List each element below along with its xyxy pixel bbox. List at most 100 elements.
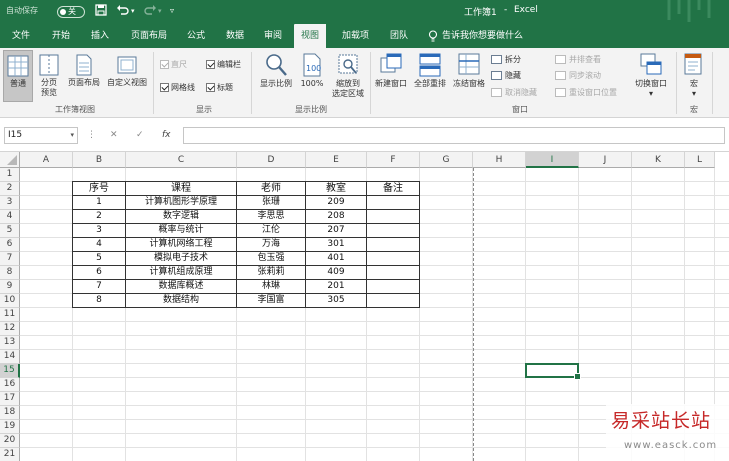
tab-home[interactable]: 开始 (45, 24, 77, 48)
table-cell-seq[interactable]: 3 (72, 223, 126, 238)
unhide-button[interactable]: 取消隐藏 (491, 87, 537, 98)
column-header-F[interactable]: F (367, 152, 420, 168)
row-header-1[interactable]: 1 (0, 168, 20, 182)
row-header-19[interactable]: 19 (0, 420, 20, 434)
arrange-all-button[interactable]: 全部重排 (411, 52, 449, 89)
macros-button[interactable]: 宏 ▾ (680, 52, 708, 99)
table-cell-course[interactable]: 模拟电子技术 (125, 251, 237, 266)
row-header-21[interactable]: 21 (0, 448, 20, 461)
row-header-6[interactable]: 6 (0, 238, 20, 252)
table-cell-room[interactable]: 201 (305, 279, 367, 294)
table-cell-course[interactable]: 数据结构 (125, 293, 237, 308)
tab-formulas[interactable]: 公式 (180, 24, 212, 48)
tab-data[interactable]: 数据 (219, 24, 251, 48)
column-header-H[interactable]: H (473, 152, 526, 168)
column-header-C[interactable]: C (126, 152, 237, 168)
table-cell-seq[interactable]: 6 (72, 265, 126, 280)
hide-button[interactable]: 隐藏 (491, 70, 521, 81)
tab-page-layout[interactable]: 页面布局 (124, 24, 174, 48)
column-header-A[interactable]: A (20, 152, 73, 168)
tab-view[interactable]: 视图 (294, 24, 327, 48)
save-icon[interactable] (95, 4, 107, 19)
switch-windows-button[interactable]: 切换窗口 ▾ (630, 52, 672, 99)
table-cell-teacher[interactable]: 李国富 (236, 293, 306, 308)
row-header-13[interactable]: 13 (0, 336, 20, 350)
freeze-panes-button[interactable]: 冻结窗格 (450, 52, 488, 89)
column-header-B[interactable]: B (73, 152, 126, 168)
select-all-corner[interactable] (0, 152, 20, 168)
undo-icon[interactable] (116, 4, 130, 19)
table-cell-room[interactable]: 301 (305, 237, 367, 252)
table-cell-seq[interactable]: 5 (72, 251, 126, 266)
table-cell-remark[interactable] (366, 195, 420, 210)
table-cell-seq[interactable]: 7 (72, 279, 126, 294)
table-cell-remark[interactable] (366, 293, 420, 308)
table-cell-remark[interactable] (366, 209, 420, 224)
row-header-7[interactable]: 7 (0, 252, 20, 266)
ruler-checkbox[interactable]: 直尺 (160, 59, 187, 70)
row-header-18[interactable]: 18 (0, 406, 20, 420)
undo-dropdown-icon[interactable]: ▾ (131, 7, 135, 15)
row-header-10[interactable]: 10 (0, 294, 20, 308)
table-cell-course[interactable]: 计算机图形学原理 (125, 195, 237, 210)
name-box-dropdown-icon[interactable]: ▾ (70, 128, 74, 143)
zoom-to-selection-button[interactable]: 缩放到 选定区域 (328, 52, 368, 99)
name-box[interactable]: I15 ▾ (4, 127, 78, 144)
customize-toolbar-icon[interactable]: ▿ (170, 6, 174, 15)
table-cell-seq[interactable]: 4 (72, 237, 126, 252)
table-cell-room[interactable]: 208 (305, 209, 367, 224)
selected-cell-I15[interactable] (525, 363, 581, 380)
table-header-teacher[interactable]: 老师 (236, 181, 306, 196)
row-header-4[interactable]: 4 (0, 210, 20, 224)
table-cell-teacher[interactable]: 江伦 (236, 223, 306, 238)
formula-bar-checkbox[interactable]: 编辑栏 (206, 59, 241, 70)
view-side-by-side-button[interactable]: 并排查看 (555, 54, 601, 65)
row-header-17[interactable]: 17 (0, 392, 20, 406)
row-header-16[interactable]: 16 (0, 378, 20, 392)
sync-scrolling-button[interactable]: 同步滚动 (555, 70, 601, 81)
column-header-G[interactable]: G (420, 152, 473, 168)
column-header-D[interactable]: D (237, 152, 306, 168)
row-header-20[interactable]: 20 (0, 434, 20, 448)
row-header-3[interactable]: 3 (0, 196, 20, 210)
table-cell-course[interactable]: 概率与统计 (125, 223, 237, 238)
normal-view-button[interactable]: 普通 (3, 50, 33, 102)
table-cell-course[interactable]: 数字逻辑 (125, 209, 237, 224)
headings-checkbox[interactable]: 标题 (206, 82, 233, 93)
table-cell-remark[interactable] (366, 223, 420, 238)
formula-input[interactable] (183, 127, 725, 144)
table-cell-room[interactable]: 401 (305, 251, 367, 266)
insert-function-icon[interactable]: fx (162, 130, 171, 140)
zoom-100-button[interactable]: 100 100% (296, 52, 328, 89)
zoom-button[interactable]: 显示比例 (256, 52, 296, 89)
column-header-I[interactable]: I (526, 152, 579, 168)
row-header-2[interactable]: 2 (0, 182, 20, 196)
tab-file[interactable]: 文件 (5, 24, 37, 48)
row-header-15[interactable]: 15 (0, 364, 20, 378)
table-cell-course[interactable]: 计算机组成原理 (125, 265, 237, 280)
table-cell-room[interactable]: 305 (305, 293, 367, 308)
cancel-icon[interactable]: ✕ (110, 130, 118, 140)
table-header-seq[interactable]: 序号 (72, 181, 126, 196)
redo-icon[interactable] (143, 4, 157, 19)
row-header-9[interactable]: 9 (0, 280, 20, 294)
row-header-8[interactable]: 8 (0, 266, 20, 280)
column-header-K[interactable]: K (632, 152, 685, 168)
row-header-12[interactable]: 12 (0, 322, 20, 336)
row-header-14[interactable]: 14 (0, 350, 20, 364)
table-cell-remark[interactable] (366, 265, 420, 280)
table-cell-teacher[interactable]: 张莉莉 (236, 265, 306, 280)
gridlines-checkbox[interactable]: 网格线 (160, 82, 195, 93)
reset-window-position-button[interactable]: 重设窗口位置 (555, 87, 617, 98)
custom-views-button[interactable]: 自定义视图 (104, 53, 150, 88)
column-header-E[interactable]: E (306, 152, 367, 168)
table-cell-remark[interactable] (366, 251, 420, 266)
page-layout-view-button[interactable]: 页面布局 (64, 53, 104, 88)
table-cell-seq[interactable]: 2 (72, 209, 126, 224)
table-header-course[interactable]: 课程 (125, 181, 237, 196)
row-header-5[interactable]: 5 (0, 224, 20, 238)
table-cell-room[interactable]: 409 (305, 265, 367, 280)
tab-review[interactable]: 审阅 (257, 24, 289, 48)
autosave-toggle[interactable]: 关 (57, 6, 85, 18)
column-header-L[interactable]: L (685, 152, 715, 168)
